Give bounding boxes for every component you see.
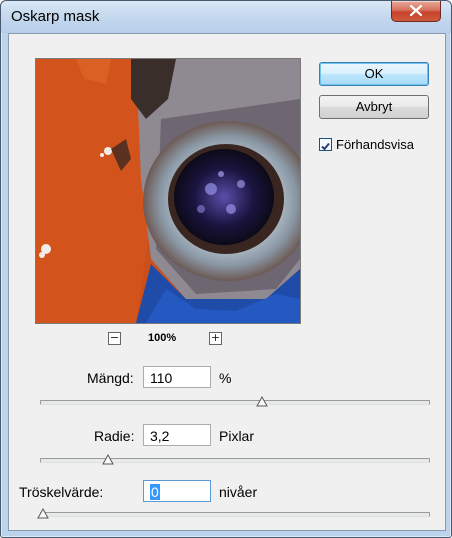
preview-checkbox-label: Förhandsvisa [336,137,415,152]
threshold-unit: nivåer [219,484,258,500]
amount-input[interactable]: 110 [143,366,211,388]
radius-unit: Pixlar [219,428,255,444]
amount-slider[interactable] [40,400,430,405]
minus-icon: − [109,331,120,344]
zoom-controls: − 100% + [9,331,329,347]
preview-image[interactable] [35,58,301,324]
zoom-in-button[interactable]: + [209,332,222,345]
amount-unit: % [219,370,232,386]
plus-icon: + [210,331,221,344]
preview-photo [36,59,300,323]
zoom-out-button[interactable]: − [108,332,121,345]
threshold-input[interactable]: 0 [143,480,211,502]
cancel-button[interactable]: Avbryt [319,95,429,119]
checkmark-icon [321,142,330,151]
dialog-content: − 100% + OK Avbryt Förhandsvisa Mängd: 1… [8,33,446,531]
amount-label: Mängd: [87,370,134,386]
threshold-slider-thumb[interactable] [37,508,49,519]
radius-slider-thumb[interactable] [102,454,114,465]
ok-button[interactable]: OK [319,62,429,86]
preview-checkbox[interactable] [319,138,332,151]
threshold-label: Tröskelvärde: [19,484,104,500]
close-button[interactable] [391,1,441,22]
threshold-value: 0 [150,484,160,500]
amount-slider-thumb[interactable] [256,396,268,407]
radius-slider[interactable] [40,458,430,463]
title-bar[interactable]: Oskarp mask [1,1,451,33]
radius-input[interactable]: 3,2 [143,424,211,446]
window-title: Oskarp mask [11,8,100,25]
zoom-level: 100% [148,332,177,344]
radius-label: Radie: [94,428,135,444]
threshold-slider[interactable] [40,512,430,517]
close-icon [410,5,422,16]
dialog-window: Oskarp mask − 100% + OK Avbryt Förhandsv… [0,0,452,538]
